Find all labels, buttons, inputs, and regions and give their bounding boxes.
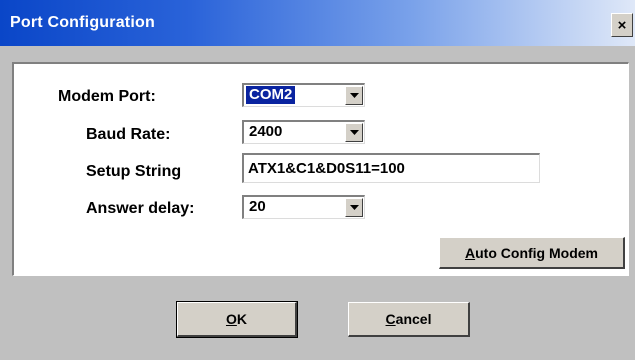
auto-config-mnemonic: A	[465, 244, 476, 261]
ok-button[interactable]: OK	[176, 301, 298, 338]
chevron-down-icon	[349, 205, 359, 210]
baud-rate-select[interactable]: 2400	[242, 120, 365, 144]
port-configuration-dialog: Port Configuration × Modem Port: COM2 Ba…	[0, 0, 635, 360]
setup-string-label: Setup String	[86, 163, 182, 180]
settings-panel: Modem Port: COM2 Baud Rate: 2400 Setup S…	[12, 62, 629, 276]
auto-config-modem-button[interactable]: Auto Config Modem	[439, 237, 625, 269]
cancel-button[interactable]: Cancel	[348, 302, 470, 337]
modem-port-select[interactable]: COM2	[242, 83, 365, 107]
answer-delay-dropdown-button[interactable]	[345, 198, 363, 217]
cancel-label: ancel	[395, 311, 432, 327]
dialog-body: Modem Port: COM2 Baud Rate: 2400 Setup S…	[0, 46, 635, 360]
chevron-down-icon	[349, 93, 359, 98]
baud-rate-dropdown-button[interactable]	[345, 123, 363, 142]
window-title: Port Configuration	[10, 14, 155, 31]
answer-delay-value: 20	[249, 198, 266, 215]
answer-delay-label: Answer delay:	[86, 200, 195, 217]
chevron-down-icon	[349, 130, 359, 135]
close-icon: ×	[617, 16, 627, 34]
baud-rate-label: Baud Rate:	[86, 126, 171, 143]
cancel-mnemonic: C	[385, 311, 396, 327]
ok-mnemonic: O	[225, 311, 237, 327]
setup-string-input[interactable]: ATX1&C1&D0S11=100	[242, 153, 540, 183]
modem-port-label: Modem Port:	[58, 88, 156, 105]
title-bar[interactable]: Port Configuration ×	[0, 0, 635, 46]
modem-port-dropdown-button[interactable]	[345, 86, 363, 105]
auto-config-label: uto Config Modem	[475, 244, 598, 261]
modem-port-value: COM2	[246, 86, 296, 104]
baud-rate-value: 2400	[249, 123, 283, 140]
answer-delay-select[interactable]: 20	[242, 195, 365, 219]
ok-label: K	[236, 311, 247, 327]
close-button[interactable]: ×	[611, 13, 633, 37]
